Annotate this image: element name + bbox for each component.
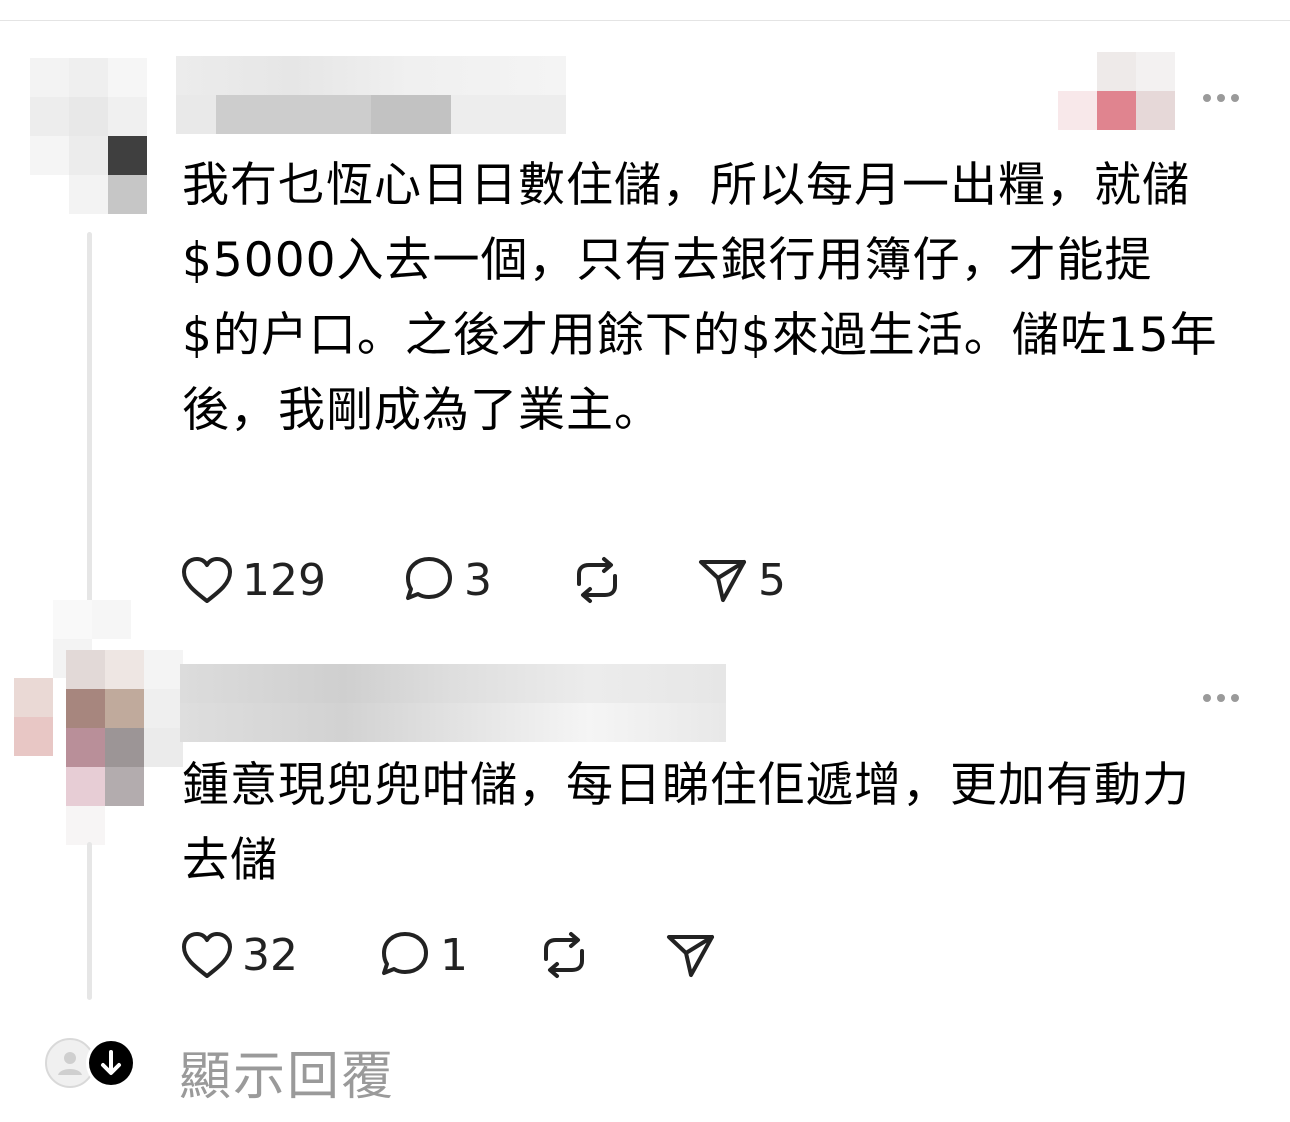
repost-button[interactable] xyxy=(537,925,591,985)
like-count: 129 xyxy=(242,554,326,606)
top-divider xyxy=(0,20,1290,21)
share-button[interactable] xyxy=(664,925,718,985)
reply-count: 3 xyxy=(464,554,492,606)
more-dots-icon xyxy=(1203,694,1211,702)
reply-button[interactable]: 3 xyxy=(402,550,492,610)
reply-count: 1 xyxy=(440,929,468,981)
comment-text: 我冇乜恆心日日數住儲，所以每月一出糧，就儲$5000入去一個，只有去銀行用簿仔，… xyxy=(182,158,1218,438)
share-count: 5 xyxy=(758,554,786,606)
send-icon xyxy=(667,935,714,977)
like-button[interactable]: 129 xyxy=(180,550,326,610)
speech-bubble-icon xyxy=(406,557,452,600)
repost-button[interactable] xyxy=(570,550,624,610)
reply-button[interactable]: 1 xyxy=(378,925,468,985)
like-button[interactable]: 32 xyxy=(180,925,298,985)
more-options-button[interactable] xyxy=(1199,688,1243,708)
heart-icon xyxy=(182,557,232,603)
speech-bubble-icon xyxy=(382,932,428,975)
more-options-button[interactable] xyxy=(1199,88,1243,108)
thread-line xyxy=(87,842,92,1000)
repost-icon xyxy=(544,932,584,978)
avatar[interactable] xyxy=(30,58,175,218)
arrow-down-icon xyxy=(86,1038,136,1088)
avatar[interactable] xyxy=(14,600,184,845)
send-icon xyxy=(699,560,746,602)
thread-line xyxy=(87,232,92,604)
profile-badge xyxy=(1058,52,1175,130)
repost-icon xyxy=(577,557,617,603)
show-replies-label: 顯示回覆 xyxy=(179,1047,396,1107)
comment-text: 鍾意現兜兜咁儲，每日睇住佢遞增，更加有動力去儲 xyxy=(182,758,1190,888)
username[interactable] xyxy=(180,664,726,742)
more-dots-icon xyxy=(1203,94,1211,102)
heart-icon xyxy=(182,932,232,978)
share-button[interactable]: 5 xyxy=(696,550,786,610)
username[interactable] xyxy=(176,56,566,134)
like-count: 32 xyxy=(242,929,298,981)
